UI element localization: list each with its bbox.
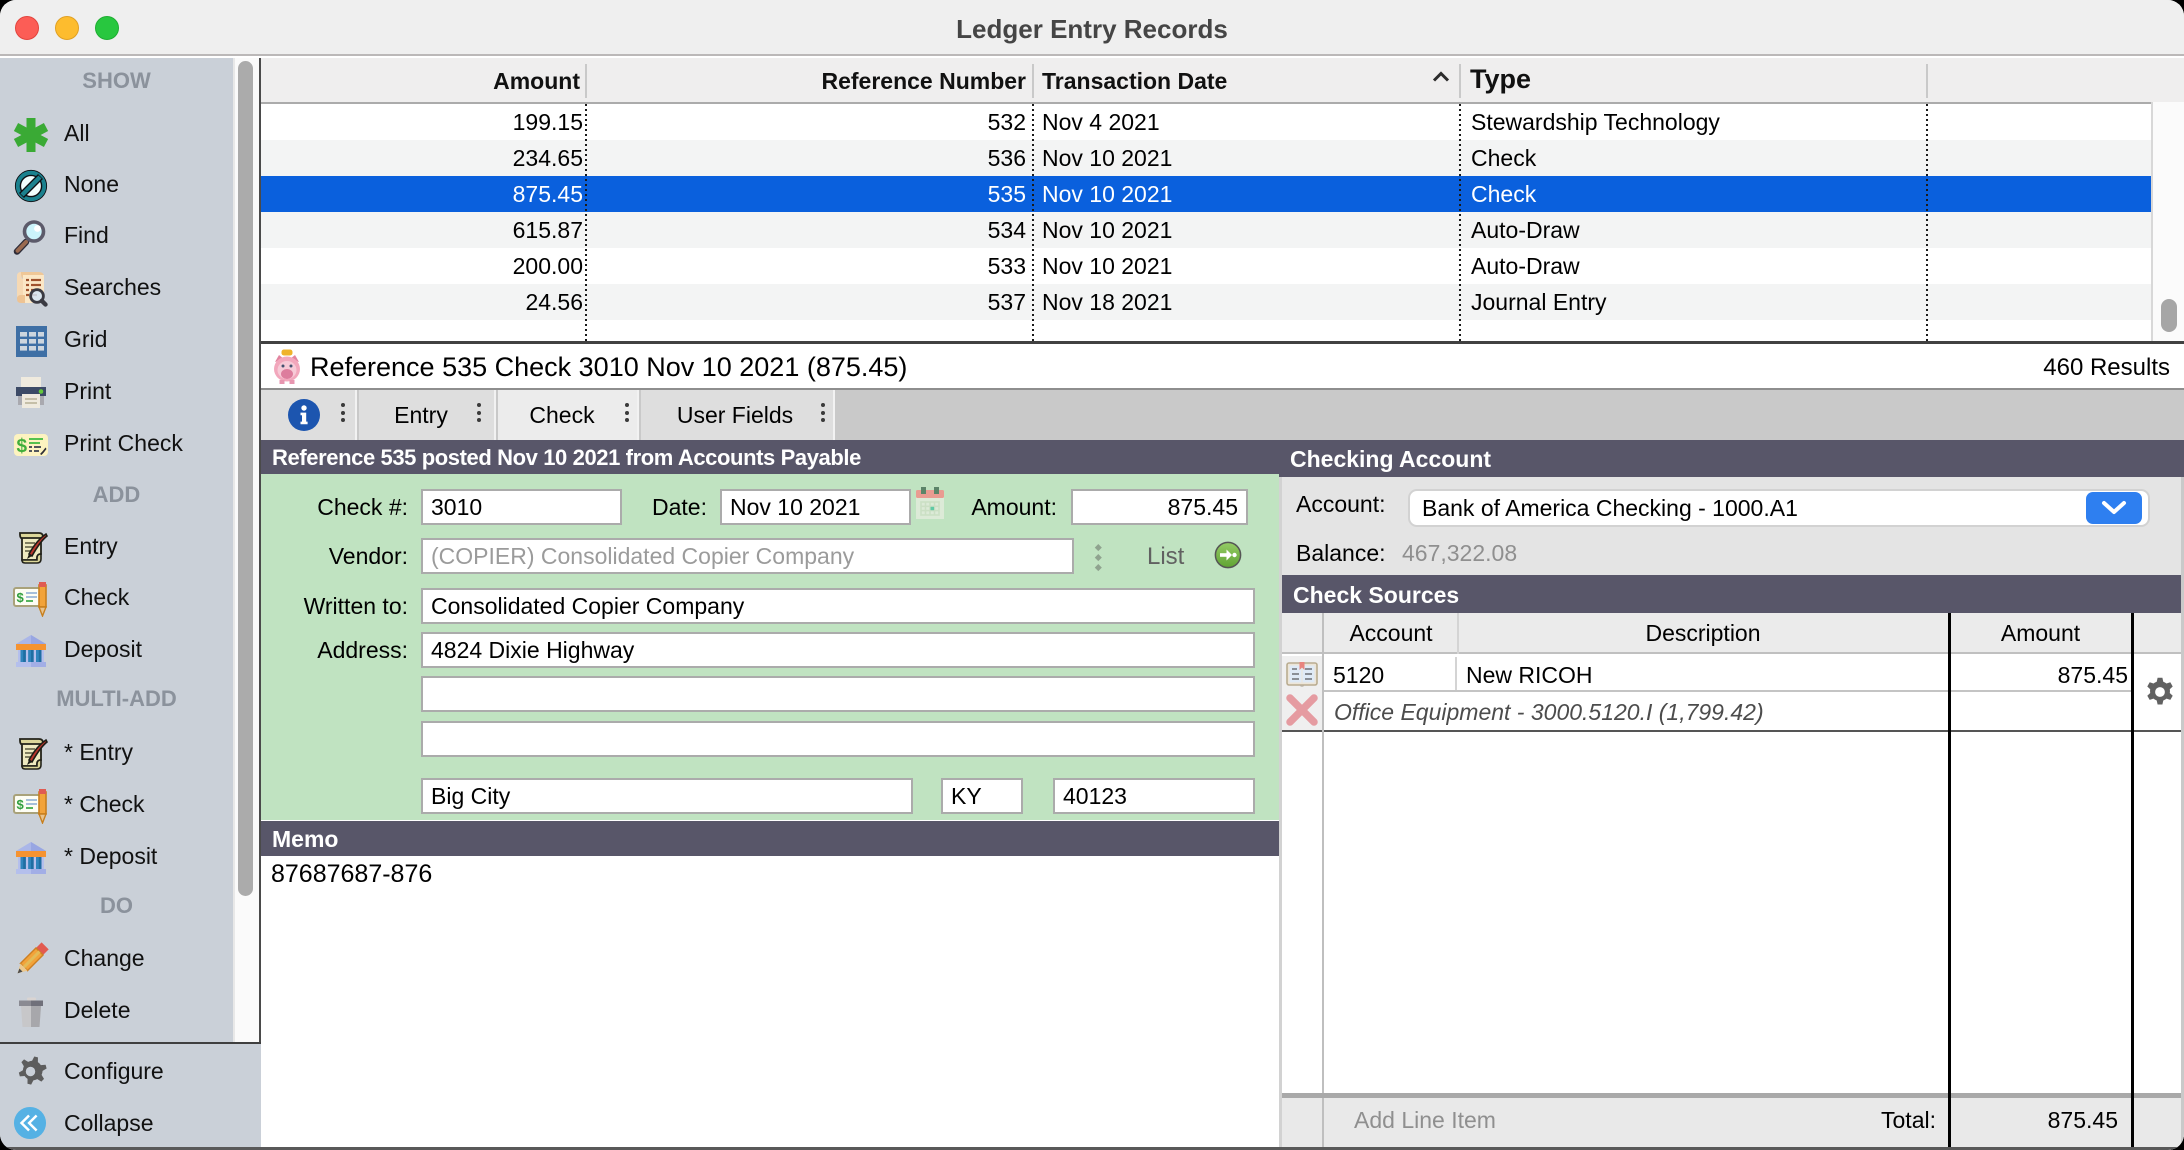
svg-text:$: $	[17, 590, 25, 605]
svg-text:$: $	[17, 436, 28, 457]
svg-text:$: $	[17, 797, 25, 812]
